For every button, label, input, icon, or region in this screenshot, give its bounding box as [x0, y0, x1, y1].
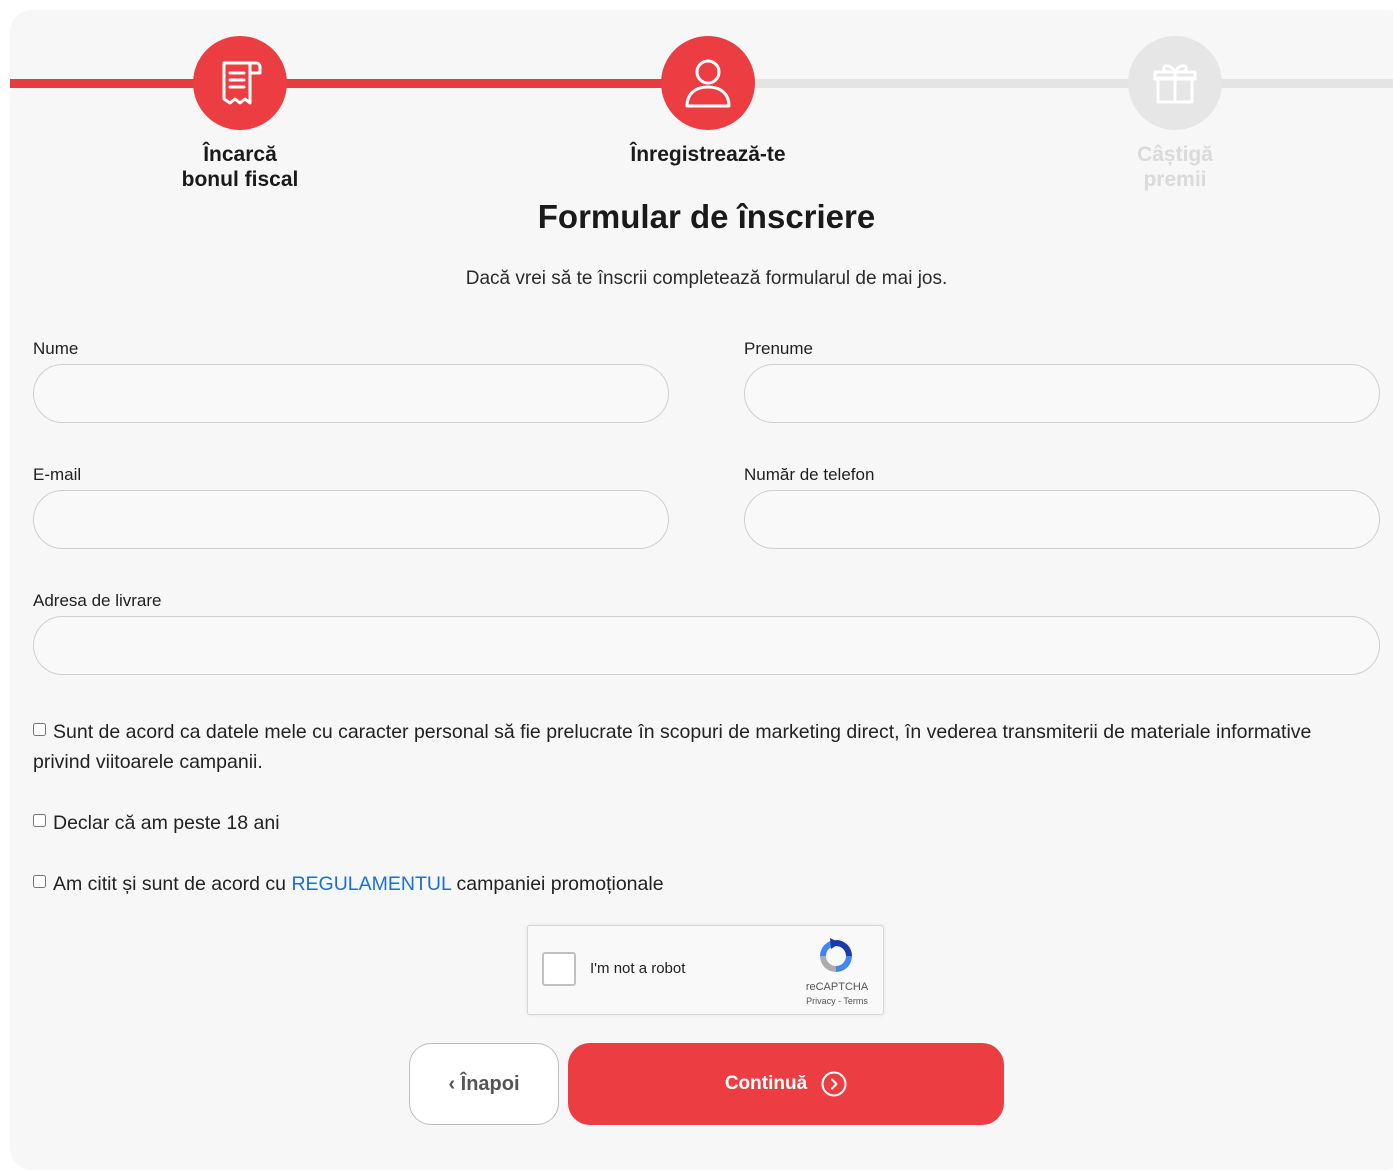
progress-track-remaining	[710, 79, 1393, 88]
rules-consent-checkbox[interactable]	[33, 875, 46, 888]
recaptcha-checkbox[interactable]	[542, 952, 576, 986]
continue-button[interactable]: Continuă	[568, 1043, 1004, 1125]
page-title: Formular de înscriere	[537, 198, 876, 235]
email-input[interactable]	[33, 490, 669, 549]
page-subtitle: Dacă vrei să te înscrii completează form…	[465, 268, 948, 289]
address-label: Adresa de livrare	[33, 591, 162, 610]
user-icon	[685, 59, 731, 108]
step-win-prizes	[1128, 36, 1222, 130]
recaptcha-widget: I'm not a robot reCAPTCHA Privacy - Term…	[527, 925, 884, 1015]
nume-label: Nume	[33, 339, 79, 358]
rules-consent-prefix: Am citit și sunt de acord cu	[53, 873, 287, 895]
marketing-consent: Sunt de acord ca datele mele cu caracter…	[33, 717, 1363, 777]
recaptcha-logo-icon	[820, 938, 852, 972]
progress-track-completed	[10, 79, 710, 88]
rules-consent-suffix: campaniei promoționale	[456, 873, 664, 895]
rules-link[interactable]: REGULAMENTUL	[291, 873, 451, 895]
step-register	[661, 36, 755, 130]
step-win-label: Câștigă premii	[1137, 143, 1213, 191]
gift-icon	[1153, 64, 1197, 104]
rules-consent: Am citit și sunt de acord cu REGULAMENTU…	[33, 869, 664, 899]
nume-input[interactable]	[33, 364, 669, 423]
step-register-label: Înregistrează-te	[630, 143, 786, 166]
step-upload-label: Încarcă bonul fiscal	[181, 143, 299, 191]
back-button-label: ‹ Înapoi	[448, 1072, 520, 1095]
recaptcha-label: I'm not a robot	[590, 960, 686, 977]
receipt-icon	[222, 61, 262, 105]
back-button[interactable]: ‹ Înapoi	[409, 1043, 559, 1125]
continue-button-label: Continuă	[724, 1073, 808, 1094]
step-upload-receipt	[193, 36, 287, 130]
arrow-circle-right-icon	[821, 1071, 847, 1097]
recaptcha-links[interactable]: Privacy - Terms	[794, 996, 880, 1006]
email-label: E-mail	[33, 465, 82, 484]
age-consent-checkbox[interactable]	[33, 814, 46, 827]
address-input[interactable]	[33, 616, 1380, 675]
phone-label: Număr de telefon	[744, 465, 875, 484]
prenume-label: Prenume	[744, 339, 813, 358]
marketing-consent-checkbox[interactable]	[33, 723, 46, 736]
recaptcha-brand: reCAPTCHA	[805, 981, 869, 993]
age-consent: Declar că am peste 18 ani	[33, 808, 280, 838]
age-consent-text: Declar că am peste 18 ani	[53, 812, 280, 834]
prenume-input[interactable]	[744, 364, 1380, 423]
marketing-consent-text: Sunt de acord ca datele mele cu caracter…	[33, 721, 1312, 773]
phone-input[interactable]	[744, 490, 1380, 549]
